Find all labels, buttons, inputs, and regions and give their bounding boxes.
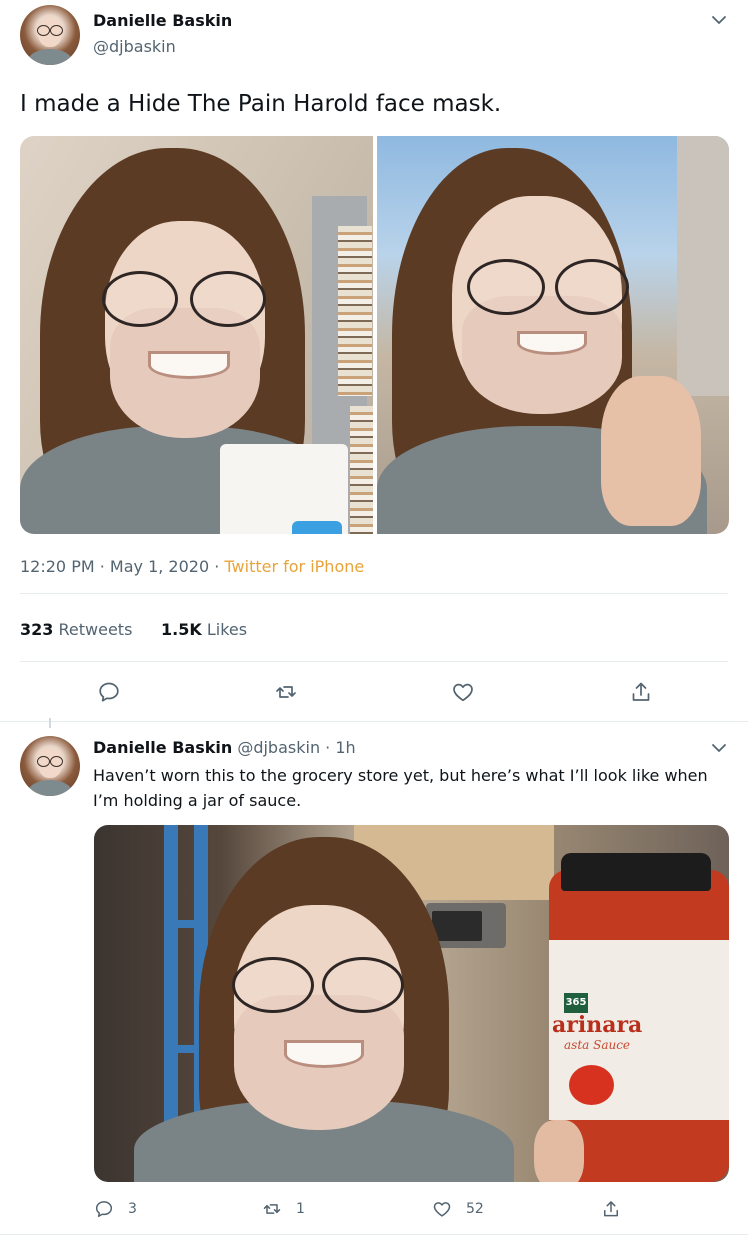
reply-text: Haven’t worn this to the grocery store y…	[93, 766, 708, 810]
likes-stat[interactable]: 1.5K Likes	[161, 620, 247, 639]
avatar[interactable]	[20, 736, 80, 796]
retweets-count: 323	[20, 620, 54, 639]
like-icon[interactable]	[451, 680, 475, 704]
meta-separator: ·	[209, 557, 225, 576]
avatar[interactable]	[20, 5, 80, 65]
reply-count: 3	[128, 1201, 137, 1217]
tweet-photo-2[interactable]	[377, 136, 729, 534]
divider	[20, 661, 728, 662]
thread-connector	[49, 718, 51, 728]
time-ago[interactable]: 1h	[335, 738, 355, 757]
likes-count: 1.5K	[161, 620, 202, 639]
chevron-down-icon[interactable]	[709, 10, 729, 30]
product-badge: 365	[564, 993, 588, 1013]
reply-header: Danielle Baskin @djbaskin · 1h	[93, 738, 356, 757]
tweet-text: I made a Hide The Pain Harold face mask.	[20, 91, 502, 117]
chevron-down-icon[interactable]	[709, 738, 729, 758]
share-icon[interactable]	[629, 680, 653, 704]
share-icon	[604, 1201, 618, 1217]
divider	[0, 1234, 748, 1235]
author-handle[interactable]: @djbaskin	[93, 37, 176, 56]
share-button[interactable]	[601, 1199, 621, 1219]
reply-photo[interactable]: 365 arinara asta Sauce	[94, 825, 729, 1182]
like-icon	[433, 1202, 451, 1217]
divider	[20, 593, 728, 594]
retweet-button[interactable]: 1	[262, 1199, 305, 1219]
product-label: arinara	[552, 1012, 643, 1038]
divider	[0, 721, 748, 722]
reply-icon[interactable]	[97, 680, 121, 704]
tweet-meta: 12:20 PM · May 1, 2020 · Twitter for iPh…	[20, 557, 364, 576]
like-button[interactable]: 52	[432, 1199, 484, 1219]
source-link[interactable]: Twitter for iPhone	[224, 557, 364, 576]
author-name[interactable]: Danielle Baskin	[93, 738, 232, 757]
author-name[interactable]: Danielle Baskin	[93, 11, 232, 30]
like-count: 52	[466, 1201, 484, 1217]
retweets-label: Retweets	[58, 620, 133, 639]
timestamp[interactable]: 12:20 PM · May 1, 2020	[20, 557, 209, 576]
tweet-photo-1[interactable]	[20, 136, 373, 534]
reply-button[interactable]: 3	[94, 1199, 137, 1219]
retweet-count: 1	[296, 1201, 305, 1217]
retweet-icon[interactable]	[274, 680, 298, 704]
meta-separator: ·	[325, 738, 331, 757]
reply-icon	[95, 1201, 113, 1217]
retweet-icon	[263, 1204, 281, 1214]
product-label-sub: asta Sauce	[564, 1038, 631, 1052]
likes-label: Likes	[206, 620, 248, 639]
retweets-stat[interactable]: 323 Retweets	[20, 620, 132, 639]
author-handle[interactable]: @djbaskin	[237, 738, 320, 757]
